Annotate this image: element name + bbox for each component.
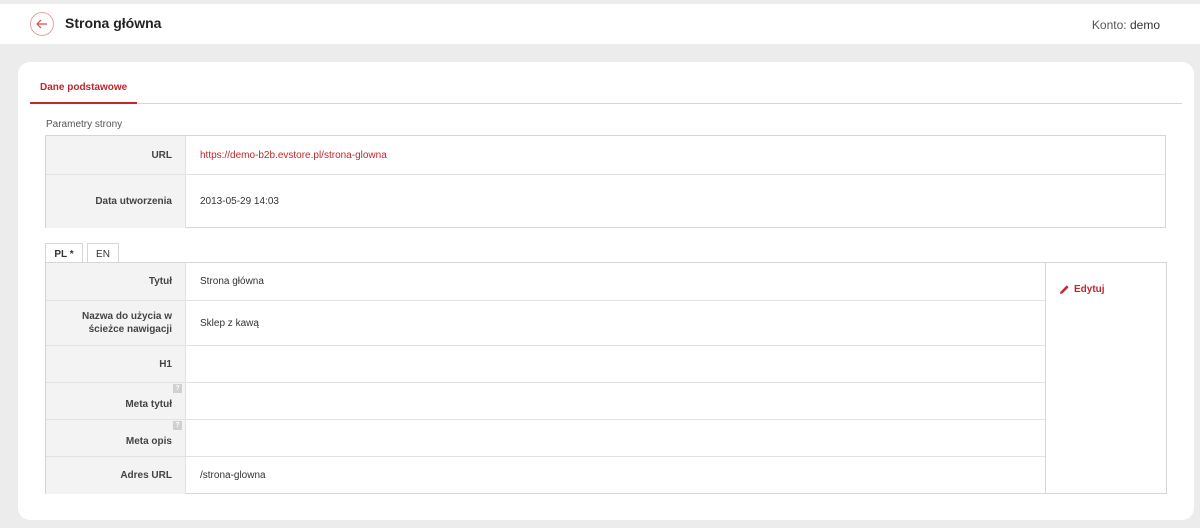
row-value: Sklep z kawą: [200, 317, 259, 329]
row-value: Strona główna: [200, 276, 264, 287]
section-label-page-params: Parametry strony: [46, 119, 123, 130]
row-label: Tytuł: [46, 263, 186, 300]
tab-lang-pl[interactable]: PL *: [45, 243, 83, 264]
main-tabs: Dane podstawowe: [30, 74, 1182, 104]
question-icon[interactable]: ?: [173, 421, 182, 430]
back-button[interactable]: [30, 12, 54, 36]
tab-basic-data[interactable]: Dane podstawowe: [30, 74, 138, 104]
row-value: [186, 346, 1045, 382]
account-label: Konto:: [1091, 18, 1127, 32]
tab-lang-en[interactable]: EN: [87, 243, 119, 264]
url-link[interactable]: https://demo-b2b.evstore.pl/strona-glown…: [186, 136, 1165, 174]
table-row: Data utworzenia 2013-05-29 14:03: [46, 175, 1165, 228]
row-label: H1: [46, 346, 186, 382]
row-label: Data utworzenia: [46, 175, 186, 228]
page-title: Strona główna: [65, 15, 162, 31]
row-label-text: Meta opis: [125, 435, 172, 447]
row-label-text: Meta tytuł: [125, 398, 172, 410]
arrow-left-icon: [36, 19, 48, 29]
table-row: URL https://demo-b2b.evstore.pl/strona-g…: [46, 136, 1165, 175]
row-label: Nazwa do użycia w ścieżce nawigacji: [46, 301, 186, 345]
row-value: /strona-glowna: [200, 470, 266, 481]
edit-label: Edytuj: [1074, 284, 1105, 295]
row-value: [186, 420, 1045, 456]
row-label: Adres URL: [46, 457, 186, 494]
account-info: Konto: demo: [1092, 18, 1160, 32]
table-row: Tytuł Strona główna: [46, 263, 1045, 301]
account-name: demo: [1129, 18, 1160, 32]
row-value: 2013-05-29 14:03: [200, 196, 279, 207]
page-content-table: Tytuł Strona główna Nazwa do użycia w śc…: [45, 262, 1167, 494]
table-row: H1: [46, 346, 1045, 383]
table-row: ? Meta opis: [46, 420, 1045, 457]
row-label: ? Meta tytuł: [46, 383, 186, 419]
row-value: [186, 383, 1045, 419]
main-card: Dane podstawowe Parametry strony URL htt…: [18, 62, 1194, 520]
question-icon[interactable]: ?: [173, 384, 182, 393]
edit-button[interactable]: Edytuj: [1059, 284, 1105, 295]
row-label: ? Meta opis: [46, 420, 186, 456]
table-row: ? Meta tytuł: [46, 383, 1045, 420]
table-row: Nazwa do użycia w ścieżce nawigacji Skle…: [46, 301, 1045, 346]
page-params-table: URL https://demo-b2b.evstore.pl/strona-g…: [45, 135, 1166, 228]
pencil-icon: [1059, 284, 1074, 295]
row-label: URL: [46, 136, 186, 174]
table-row: Adres URL /strona-glowna: [46, 457, 1045, 494]
content-fields: Tytuł Strona główna Nazwa do użycia w śc…: [46, 263, 1046, 494]
page-header: Strona główna Konto: demo: [0, 4, 1200, 44]
